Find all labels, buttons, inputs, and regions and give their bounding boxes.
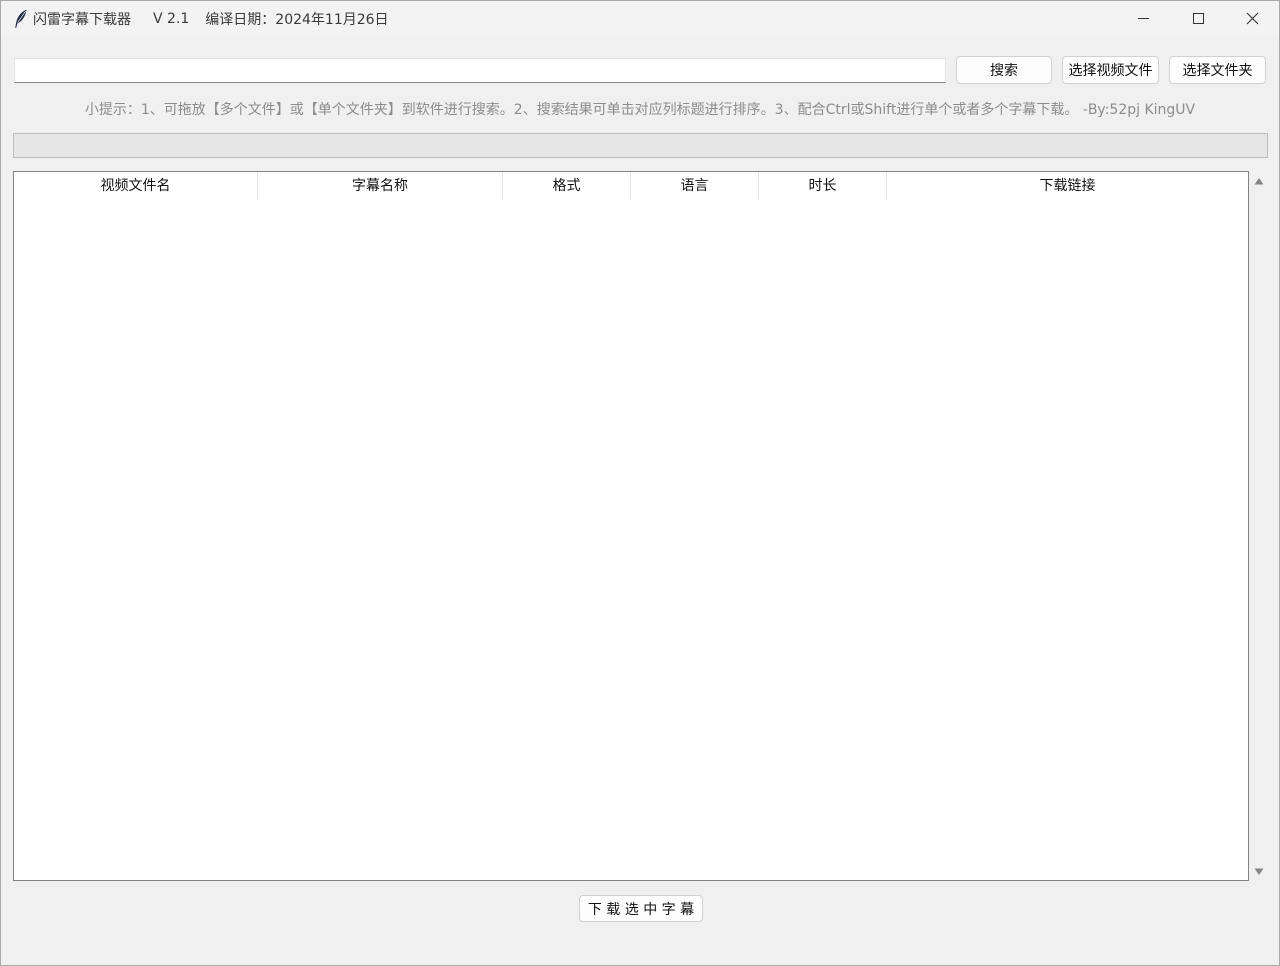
triangle-up-icon[interactable] xyxy=(1254,177,1264,185)
results-table[interactable]: 视频文件名 字幕名称 格式 语言 时长 下载链接 xyxy=(13,171,1249,881)
triangle-down-icon[interactable] xyxy=(1254,868,1264,876)
close-button[interactable] xyxy=(1229,1,1275,37)
hint-text: 小提示：1、可拖放【多个文件】或【单个文件夹】到软件进行搜索。2、搜索结果可单击… xyxy=(84,102,1196,118)
minimize-icon xyxy=(1138,18,1149,19)
search-input[interactable] xyxy=(14,58,946,83)
build-date: 编译日期：2024年11月26日 xyxy=(205,12,389,28)
search-button[interactable]: 搜索 xyxy=(956,56,1052,84)
feather-icon xyxy=(15,9,27,29)
maximize-button[interactable] xyxy=(1175,1,1221,37)
maximize-icon xyxy=(1193,13,1204,24)
minimize-button[interactable] xyxy=(1121,1,1167,37)
select-video-button[interactable]: 选择视频文件 xyxy=(1062,56,1159,84)
app-name: 闪雷字幕下载器 xyxy=(33,12,131,28)
table-body[interactable] xyxy=(14,200,1248,880)
title-bar[interactable]: 闪雷字幕下载器 V 2.1 编译日期：2024年11月26日 xyxy=(1,1,1279,37)
column-header-download-link[interactable]: 下载链接 xyxy=(887,172,1248,200)
column-header-format[interactable]: 格式 xyxy=(503,172,631,200)
table-header: 视频文件名 字幕名称 格式 语言 时长 下载链接 xyxy=(14,172,1248,200)
column-header-video-file[interactable]: 视频文件名 xyxy=(14,172,258,200)
column-header-duration[interactable]: 时长 xyxy=(759,172,887,200)
close-icon xyxy=(1246,12,1259,25)
app-version: V 2.1 xyxy=(153,11,190,27)
column-header-language[interactable]: 语言 xyxy=(631,172,759,200)
progress-bar xyxy=(13,133,1268,158)
select-folder-button[interactable]: 选择文件夹 xyxy=(1169,56,1266,84)
table-scrollbar[interactable] xyxy=(1250,171,1268,881)
window-title: 闪雷字幕下载器 V 2.1 编译日期：2024年11月26日 xyxy=(33,10,389,28)
app-window: 闪雷字幕下载器 V 2.1 编译日期：2024年11月26日 搜索 选择视频文件… xyxy=(0,0,1280,966)
column-header-subtitle-name[interactable]: 字幕名称 xyxy=(258,172,503,200)
download-selected-button[interactable]: 下 载 选 中 字 幕 xyxy=(579,895,703,922)
